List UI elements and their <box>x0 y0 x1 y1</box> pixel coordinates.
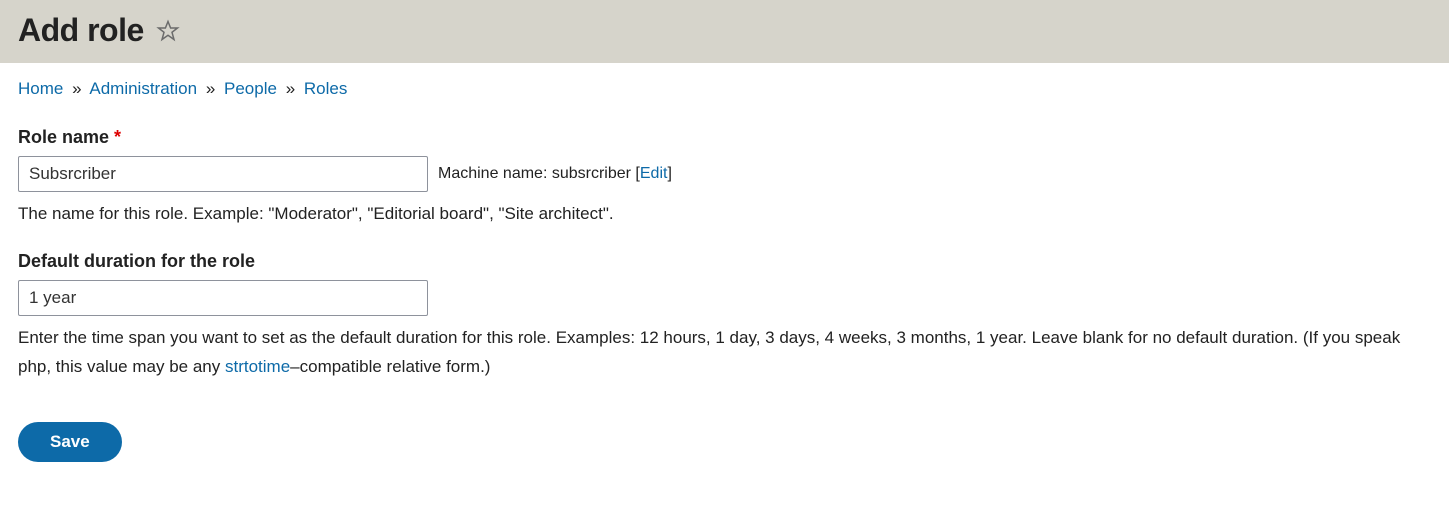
breadcrumb-separator: » <box>286 79 295 98</box>
breadcrumb: Home » Administration » People » Roles <box>18 79 1431 99</box>
breadcrumb-separator: » <box>206 79 215 98</box>
duration-group: Default duration for the role Enter the … <box>18 251 1431 382</box>
duration-description: Enter the time span you want to set as t… <box>18 324 1431 382</box>
save-button[interactable]: Save <box>18 422 122 462</box>
page-header: Add role <box>0 0 1449 63</box>
role-name-label: Role name * <box>18 127 1431 148</box>
role-name-input[interactable] <box>18 156 428 192</box>
star-icon[interactable] <box>156 19 180 43</box>
breadcrumb-separator: » <box>72 79 81 98</box>
role-name-row: Machine name: subsrcriber [Edit] <box>18 156 1431 192</box>
duration-input[interactable] <box>18 280 428 316</box>
machine-name-edit-link[interactable]: Edit <box>640 165 668 182</box>
required-marker: * <box>114 127 121 147</box>
breadcrumb-people[interactable]: People <box>224 79 277 98</box>
machine-name-text: Machine name: subsrcriber [Edit] <box>438 165 672 183</box>
duration-row <box>18 280 1431 316</box>
breadcrumb-administration[interactable]: Administration <box>89 79 197 98</box>
content: Home » Administration » People » Roles R… <box>0 63 1449 486</box>
breadcrumb-roles[interactable]: Roles <box>304 79 347 98</box>
role-name-description: The name for this role. Example: "Modera… <box>18 200 1431 229</box>
strtotime-link[interactable]: strtotime <box>225 357 290 376</box>
duration-label: Default duration for the role <box>18 251 1431 272</box>
role-name-group: Role name * Machine name: subsrcriber [E… <box>18 127 1431 229</box>
page-title: Add role <box>18 12 144 49</box>
breadcrumb-home[interactable]: Home <box>18 79 63 98</box>
